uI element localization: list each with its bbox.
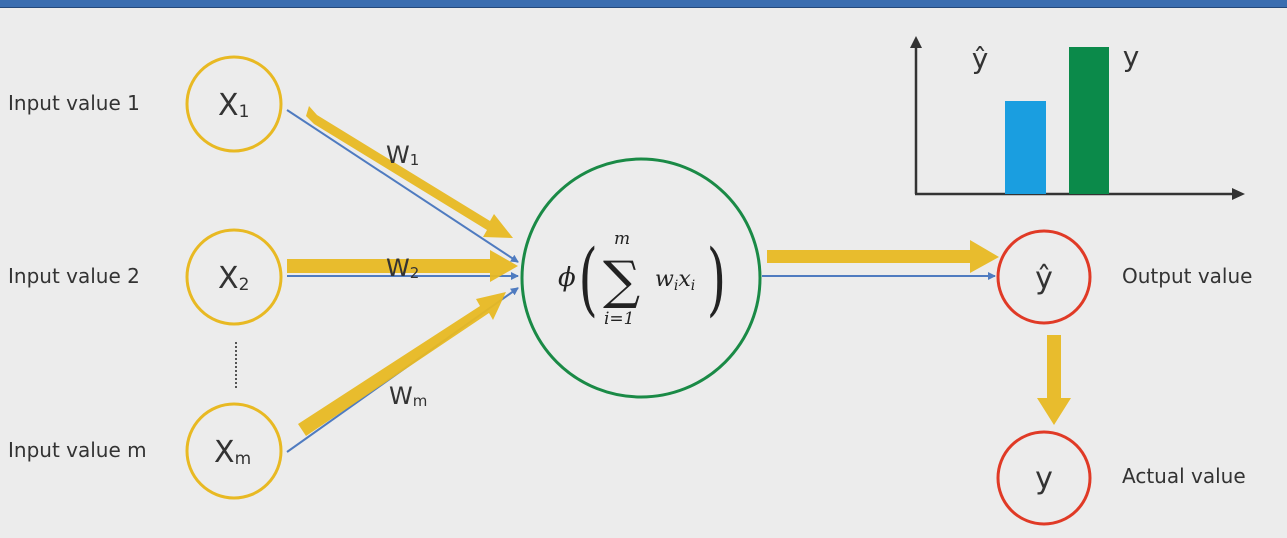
input-label-m: Input value m (8, 438, 147, 462)
phi-symbol: ϕ (558, 263, 576, 293)
right-paren: ) (707, 231, 726, 325)
input-var-2: X2 (218, 261, 249, 296)
gold-arrow-m (298, 292, 506, 436)
input-var-m: Xm (214, 435, 251, 470)
y-bar (1069, 47, 1109, 194)
mini-chart-y-arrowhead (910, 36, 922, 48)
weight-label-1: W1 (386, 141, 419, 169)
comparison-mini-chart: ŷ y (910, 36, 1245, 200)
gold-arrow-out (767, 240, 999, 273)
perceptron-diagram: X1 X2 Xm Input value 1 Input value 2 Inp… (8, 36, 1252, 526)
weight-label-2: W2 (386, 254, 419, 282)
yhat-bar-label: ŷ (972, 42, 989, 75)
input-label-1: Input value 1 (8, 91, 140, 115)
actual-label: Actual value (1122, 464, 1246, 488)
input-label-2: Input value 2 (8, 264, 140, 288)
yhat-bar (1005, 101, 1046, 194)
output-symbol: ŷ (1035, 261, 1053, 296)
left-paren: ( (578, 231, 597, 325)
weight-label-m: Wm (389, 382, 427, 410)
sigma-symbol: ∑ (603, 251, 640, 311)
output-label: Output value (1122, 264, 1252, 288)
gold-arrow-down (1037, 335, 1071, 425)
sum-upper: m (614, 229, 630, 249)
activation-formula: ϕ ( m ∑ i=1 wixi ) (558, 229, 726, 329)
input-var-1: X1 (218, 88, 249, 123)
actual-symbol: y (1035, 461, 1053, 496)
connection-line-1 (286, 109, 519, 263)
sum-term: wixi (655, 267, 695, 294)
y-bar-label: y (1123, 40, 1140, 73)
sum-lower: i=1 (604, 309, 635, 329)
mini-chart-x-arrowhead (1232, 188, 1245, 200)
gold-arrow-1 (306, 106, 513, 238)
